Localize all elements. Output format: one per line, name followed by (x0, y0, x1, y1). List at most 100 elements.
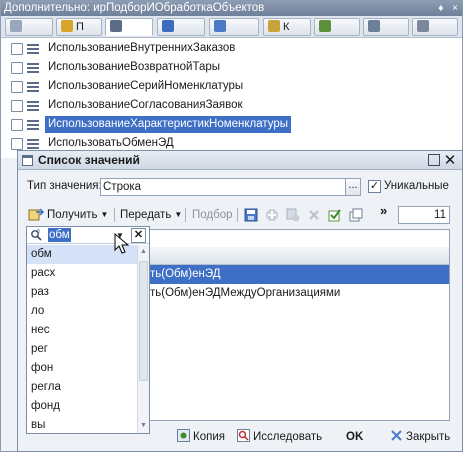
pass-button[interactable]: Передать ▼ (120, 206, 182, 224)
dialog-title: Список значений (38, 153, 140, 167)
toolbar-separator (237, 208, 238, 222)
tab-label: П (76, 21, 84, 33)
copy-row-icon[interactable] (286, 208, 300, 222)
outer-title-controls: ♦ × (432, 1, 458, 16)
filter-history-item[interactable]: нес (27, 321, 137, 340)
select-button[interactable]: Подбор (192, 206, 233, 224)
close-button[interactable]: Закрыть (390, 428, 450, 448)
property-label: ИспользованиеСогласованияЗаявок (48, 99, 243, 111)
unique-checkbox[interactable]: ✓ (368, 180, 381, 193)
property-checkbox[interactable] (11, 62, 23, 74)
outer-tab[interactable]: К (263, 18, 311, 36)
tab-icon (417, 20, 429, 32)
scroll-up-icon[interactable]: ▲ (138, 245, 149, 259)
filter-history-item[interactable]: регла (27, 378, 137, 397)
scroll-thumb[interactable] (139, 261, 148, 381)
toolbar-separator (185, 208, 186, 222)
row-count-field[interactable]: 11 (398, 206, 450, 224)
explore-icon (237, 429, 250, 442)
value-type-label: Тип значения: (27, 180, 102, 192)
property-checkbox[interactable] (11, 100, 23, 112)
scroll-down-icon[interactable]: ▼ (138, 419, 149, 433)
property-checkbox[interactable] (11, 81, 23, 93)
filter-history-item[interactable]: расх (27, 264, 137, 283)
tab-icon (110, 20, 122, 32)
outer-tab[interactable] (5, 18, 53, 36)
property-row[interactable]: ИспользованиеВнутреннихЗаказов (1, 39, 462, 58)
outer-tab[interactable] (412, 18, 458, 36)
list-icon (27, 63, 39, 73)
mouse-cursor-icon (114, 233, 130, 254)
add-icon[interactable] (265, 208, 279, 222)
filter-scrollbar[interactable]: ▲ ▼ (137, 245, 149, 433)
outer-tab[interactable] (157, 18, 205, 36)
property-list: ИспользованиеВнутреннихЗаказов Использова… (1, 38, 462, 158)
property-row[interactable]: ИспользованиеВозвратнойТары (1, 58, 462, 77)
get-button[interactable]: Получить ▼ (47, 206, 108, 224)
filter-history-item[interactable]: рег (27, 340, 137, 359)
outer-tab[interactable] (363, 18, 409, 36)
tab-icon (268, 20, 280, 32)
property-checkbox[interactable] (11, 119, 23, 131)
copy-button[interactable]: Копия (177, 428, 225, 448)
save-icon[interactable] (244, 208, 258, 222)
search-icon: 8 (31, 229, 42, 241)
property-checkbox[interactable] (11, 138, 23, 150)
outer-tab-strip: ПК (1, 16, 462, 38)
list-icon (27, 101, 39, 111)
value-type-field[interactable]: Строка (100, 178, 346, 196)
uncheck-all-icon[interactable] (349, 208, 363, 222)
property-label: ИспользованиеВозвратнойТары (48, 61, 221, 73)
tab-icon (61, 20, 73, 32)
explore-button[interactable]: Исследовать (237, 428, 322, 448)
outer-tab[interactable] (314, 18, 360, 36)
filter-clear-icon[interactable]: ✕ (131, 228, 146, 243)
tab-icon (368, 20, 380, 32)
list-icon (27, 82, 39, 92)
copy-icon (177, 429, 190, 442)
outer-title-text: Дополнительно: ирПодборИОбработкаОбъекто… (4, 2, 265, 14)
list-icon (27, 139, 39, 149)
outer-tab[interactable] (105, 18, 153, 36)
property-label: ИспользованиеВнутреннихЗаказов (48, 42, 236, 54)
window-icon (22, 155, 33, 166)
get-icon (28, 208, 44, 221)
property-row[interactable]: ИспользованиеСерийНоменклатуры (1, 77, 462, 96)
outer-tab[interactable] (209, 18, 259, 36)
ok-button[interactable]: OK (346, 428, 363, 448)
value-type-select-button[interactable]: ... (345, 178, 361, 196)
list-icon (27, 44, 39, 54)
outer-title-bar: Дополнительно: ирПодборИОбработкаОбъекто… (1, 1, 462, 16)
close-x-icon (391, 430, 402, 441)
property-checkbox[interactable] (11, 43, 23, 55)
unique-label: Уникальные (384, 180, 449, 192)
tab-icon (162, 20, 174, 32)
filter-history-item[interactable]: фон (27, 359, 137, 378)
tab-icon (319, 20, 331, 32)
pin-icon[interactable]: ♦ (438, 3, 443, 14)
svg-text:8: 8 (37, 229, 40, 235)
outer-tab[interactable]: П (56, 18, 102, 36)
filter-input[interactable]: 8 обм ▼ ✕ (27, 227, 149, 244)
filter-history-item[interactable]: вы (27, 416, 137, 435)
property-row[interactable]: ИспользованиеХарактеристикНоменклатуры (1, 115, 462, 134)
property-label: ИспользованиеСерийНоменклатуры (48, 80, 244, 92)
list-icon (27, 120, 39, 130)
dialog-close-icon[interactable]: ✕ (442, 151, 458, 170)
toolbar-separator (114, 208, 115, 222)
filter-text[interactable]: обм (48, 228, 71, 242)
delete-icon[interactable] (307, 208, 321, 222)
outer-close-icon[interactable]: × (452, 3, 458, 14)
more-button[interactable]: » (380, 202, 387, 220)
maximize-icon[interactable] (428, 154, 440, 166)
check-all-icon[interactable] (328, 208, 342, 222)
filter-history-item[interactable]: ло (27, 302, 137, 321)
tab-icon (10, 20, 22, 32)
filter-popup: 8 обм ▼ ✕ обм расх раз ло нес рег фон регла фонд… (26, 226, 150, 434)
dialog-title-bar: Список значений ✕ (18, 151, 462, 170)
tab-icon (214, 20, 226, 32)
filter-history-item[interactable]: фонд (27, 397, 137, 416)
filter-history-item[interactable]: раз (27, 283, 137, 302)
dialog-toolbar: Получить ▼ Передать ▼ Подбор » 11 (18, 202, 462, 226)
property-row[interactable]: ИспользованиеСогласованияЗаявок (1, 96, 462, 115)
